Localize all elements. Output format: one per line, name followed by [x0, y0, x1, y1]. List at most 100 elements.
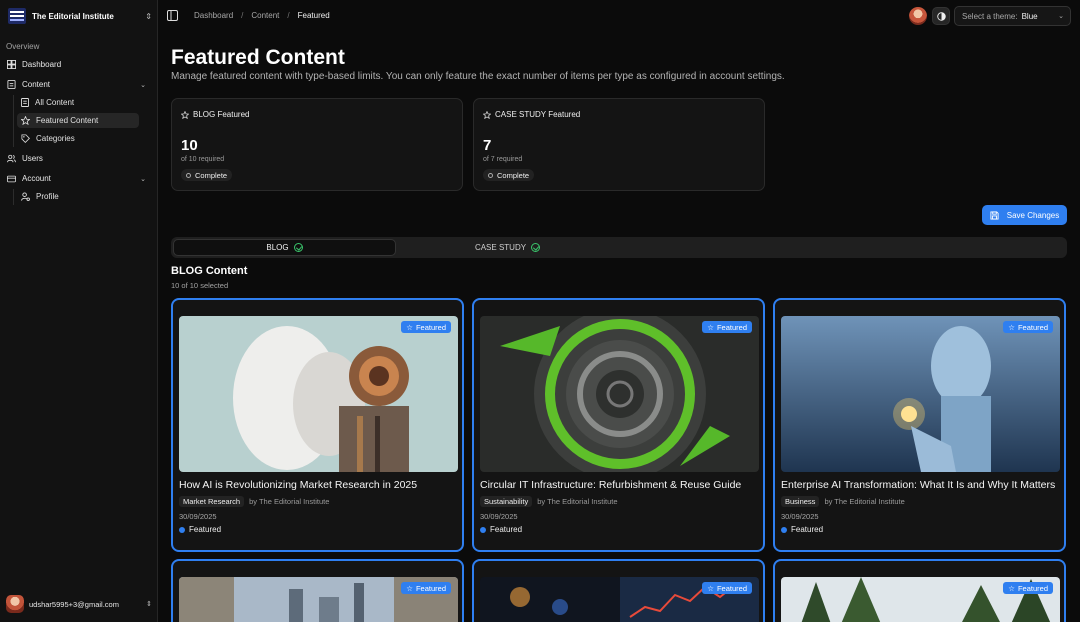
- card-date: 30/09/2025: [781, 512, 819, 521]
- stat-card-title-text: BLOG Featured: [193, 110, 250, 119]
- card-thumbnail: ☆ Featured: [179, 316, 458, 472]
- sidebar-subitem-label: All Content: [35, 98, 75, 107]
- tab-blog[interactable]: BLOG: [173, 239, 396, 256]
- page-description: Manage featured content with type-based …: [171, 71, 785, 82]
- card-thumbnail: ☆ Featured: [781, 577, 1060, 622]
- theme-select[interactable]: Select a theme: Blue ⌄: [954, 6, 1071, 26]
- star-icon: ☆: [707, 322, 714, 332]
- featured-badge: ☆ Featured: [702, 321, 752, 333]
- avatar[interactable]: [909, 7, 927, 25]
- breadcrumb-content[interactable]: Content: [251, 11, 279, 20]
- card-date: 30/09/2025: [480, 512, 518, 521]
- org-name: The Editorial Institute: [32, 11, 114, 21]
- sidebar-item-label: Dashboard: [22, 60, 62, 69]
- user-menu[interactable]: udshar5995+3@gmail.com ⇕: [6, 595, 152, 613]
- save-icon: [990, 210, 999, 220]
- content-card[interactable]: ☆ Featured: [773, 559, 1066, 622]
- sidebar-item-account[interactable]: Account ⌄: [2, 170, 154, 187]
- card-title: Circular IT Infrastructure: Refurbishmen…: [480, 479, 742, 491]
- chevron-down-icon: ⌄: [140, 81, 146, 89]
- theme-toggle-button[interactable]: [932, 7, 950, 25]
- users-icon: [7, 154, 16, 163]
- status-badge-text: Complete: [195, 170, 228, 180]
- card-featured-status: Featured: [781, 525, 823, 534]
- status-badge: Complete: [181, 169, 233, 181]
- sidebar-toggle-button[interactable]: [167, 10, 178, 21]
- circle-icon: [186, 172, 191, 178]
- sidebar-item-users[interactable]: Users: [2, 150, 154, 167]
- content-card[interactable]: ☆ Featured: [171, 559, 464, 622]
- chevron-down-icon: ⌄: [140, 175, 146, 183]
- tab-case-study[interactable]: CASE STUDY: [396, 239, 619, 256]
- card-meta: Sustainability by The Editorial Institut…: [480, 496, 618, 507]
- file-icon: [7, 80, 16, 89]
- sidebar-subitem-label: Categories: [36, 134, 75, 143]
- panel-left-icon: [167, 10, 178, 21]
- star-icon: ☆: [1008, 322, 1015, 332]
- breadcrumb: Dashboard / Content / Featured: [194, 11, 330, 20]
- contrast-icon: [936, 11, 946, 21]
- status-dot: [480, 526, 486, 533]
- status-dot: [781, 526, 787, 533]
- status-badge-text: Complete: [497, 170, 530, 180]
- card-meta: Market Research by The Editorial Institu…: [179, 496, 329, 507]
- file-text-icon: [21, 98, 29, 107]
- featured-badge-text: Featured: [415, 583, 446, 593]
- card-thumbnail: ☆ Featured: [781, 316, 1060, 472]
- content-card[interactable]: ☆ Featured: [472, 559, 765, 622]
- card-title: How AI is Revolutionizing Market Researc…: [179, 479, 418, 491]
- card-featured-status: Featured: [179, 525, 221, 534]
- card-thumbnail: ☆ Featured: [179, 577, 458, 622]
- sub-nav-line: [13, 189, 14, 205]
- star-icon: [181, 110, 189, 119]
- page-title: Featured Content: [171, 46, 345, 69]
- check-circle-icon: [293, 243, 303, 252]
- featured-badge-text: Featured: [716, 583, 747, 593]
- sidebar-item-dashboard[interactable]: Dashboard: [2, 56, 154, 73]
- grid-icon: [7, 60, 16, 69]
- sidebar-subitem-all-content[interactable]: All Content: [17, 95, 139, 110]
- credit-card-icon: [7, 174, 16, 183]
- star-icon: [21, 116, 30, 125]
- featured-badge-text: Featured: [415, 322, 446, 332]
- sidebar-subitem-label: Featured Content: [36, 116, 99, 125]
- card-meta: Business by The Editorial Institute: [781, 496, 905, 507]
- breadcrumb-dashboard[interactable]: Dashboard: [194, 11, 233, 20]
- sidebar-subitem-featured-content[interactable]: Featured Content: [17, 113, 139, 128]
- sidebar-item-label: Users: [22, 154, 43, 163]
- star-icon: ☆: [707, 583, 714, 593]
- sidebar-item-content[interactable]: Content ⌄: [2, 76, 154, 93]
- featured-badge: ☆ Featured: [401, 321, 451, 333]
- circle-icon: [488, 172, 493, 178]
- sub-nav-line: [13, 95, 14, 147]
- breadcrumb-featured: Featured: [297, 11, 330, 20]
- org-switcher[interactable]: The Editorial Institute ⇕: [8, 6, 152, 26]
- tag-icon: [21, 134, 30, 143]
- content-card[interactable]: ☆ Featured Enterprise AI Transformation:…: [773, 298, 1066, 552]
- star-icon: ☆: [406, 583, 413, 593]
- status-dot: [179, 526, 185, 533]
- featured-badge: ☆ Featured: [1003, 582, 1053, 594]
- stat-card-title: CASE STUDY Featured: [483, 110, 580, 119]
- theme-select-label: Select a theme:: [962, 11, 1018, 21]
- sidebar-item-label: Account: [22, 174, 51, 183]
- sidebar-subitem-profile[interactable]: Profile: [17, 189, 139, 204]
- featured-badge: ☆ Featured: [1003, 321, 1053, 333]
- card-status-text: Featured: [490, 525, 523, 534]
- card-status-text: Featured: [791, 525, 824, 534]
- save-changes-button[interactable]: Save Changes: [982, 205, 1067, 225]
- sidebar-subitem-categories[interactable]: Categories: [17, 131, 139, 146]
- content-card[interactable]: ☆ Featured How AI is Revolutionizing Mar…: [171, 298, 464, 552]
- chevron-down-icon: ⌄: [1058, 13, 1064, 20]
- section-title: BLOG Content: [171, 265, 248, 277]
- card-author: by The Editorial Institute: [824, 497, 905, 506]
- type-tabs: BLOG CASE STUDY: [171, 237, 1067, 258]
- featured-badge-text: Featured: [1017, 322, 1048, 332]
- stat-required: of 7 required: [483, 156, 523, 163]
- section-subtitle: 10 of 10 selected: [171, 281, 229, 290]
- stat-card-title: BLOG Featured: [181, 110, 249, 119]
- sidebar-item-label: Content: [22, 80, 51, 89]
- content-card[interactable]: ☆ Featured Circular IT Infrastructure: R…: [472, 298, 765, 552]
- card-thumbnail: ☆ Featured: [480, 577, 759, 622]
- org-logo: [8, 8, 26, 24]
